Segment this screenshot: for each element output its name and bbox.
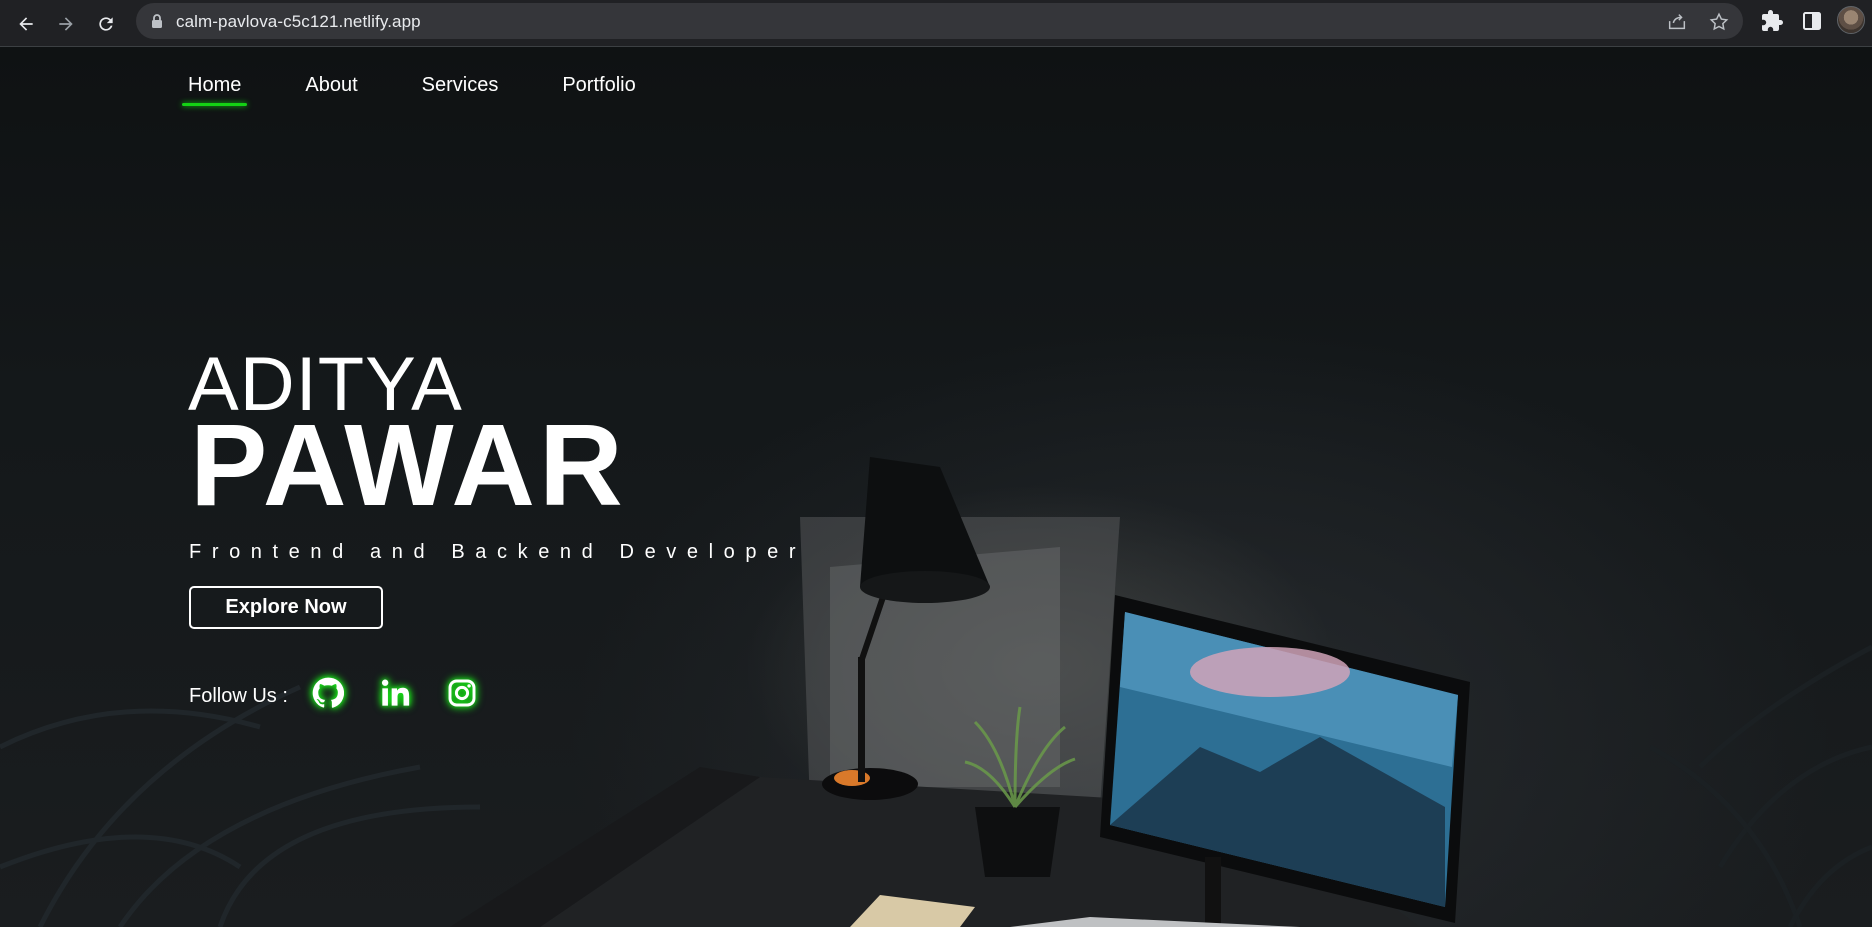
puzzle-icon[interactable]: [1760, 9, 1784, 33]
forward-button[interactable]: [50, 8, 82, 40]
explore-now-button[interactable]: Explore Now: [189, 586, 383, 629]
arrow-right-icon: [59, 17, 73, 31]
star-icon[interactable]: [1708, 11, 1730, 33]
hero-last-name: PAWAR: [190, 400, 627, 530]
share-icon[interactable]: [1666, 11, 1688, 33]
nav-services[interactable]: Services: [414, 69, 507, 106]
arrow-left-icon: [19, 17, 33, 31]
browser-toolbar: calm-pavlova-c5c121.netlify.app: [0, 0, 1872, 47]
hero-role: Frontend and Backend Developer: [189, 541, 807, 563]
side-panel-icon[interactable]: [1800, 9, 1824, 33]
follow-us-label: Follow Us :: [189, 685, 288, 707]
main-nav: Home About Services Portfolio: [180, 69, 692, 106]
lock-icon: [152, 14, 162, 28]
url-text: calm-pavlova-c5c121.netlify.app: [176, 12, 421, 31]
address-bar[interactable]: calm-pavlova-c5c121.netlify.app: [136, 3, 1743, 39]
github-link[interactable]: [308, 673, 348, 713]
nav-about[interactable]: About: [297, 69, 365, 106]
nav-home[interactable]: Home: [180, 69, 249, 106]
nav-portfolio[interactable]: Portfolio: [554, 69, 643, 106]
back-button[interactable]: [10, 8, 42, 40]
linkedin-icon: [381, 679, 410, 706]
page-viewport: Home About Services Portfolio ADITYA PAW…: [0, 47, 1872, 927]
instagram-icon: [448, 679, 476, 707]
instagram-link[interactable]: [442, 673, 482, 713]
avatar[interactable]: [1837, 6, 1865, 34]
linkedin-link[interactable]: [375, 673, 415, 713]
reload-button[interactable]: [90, 8, 122, 40]
reload-icon: [99, 17, 113, 31]
github-icon: [312, 677, 344, 708]
